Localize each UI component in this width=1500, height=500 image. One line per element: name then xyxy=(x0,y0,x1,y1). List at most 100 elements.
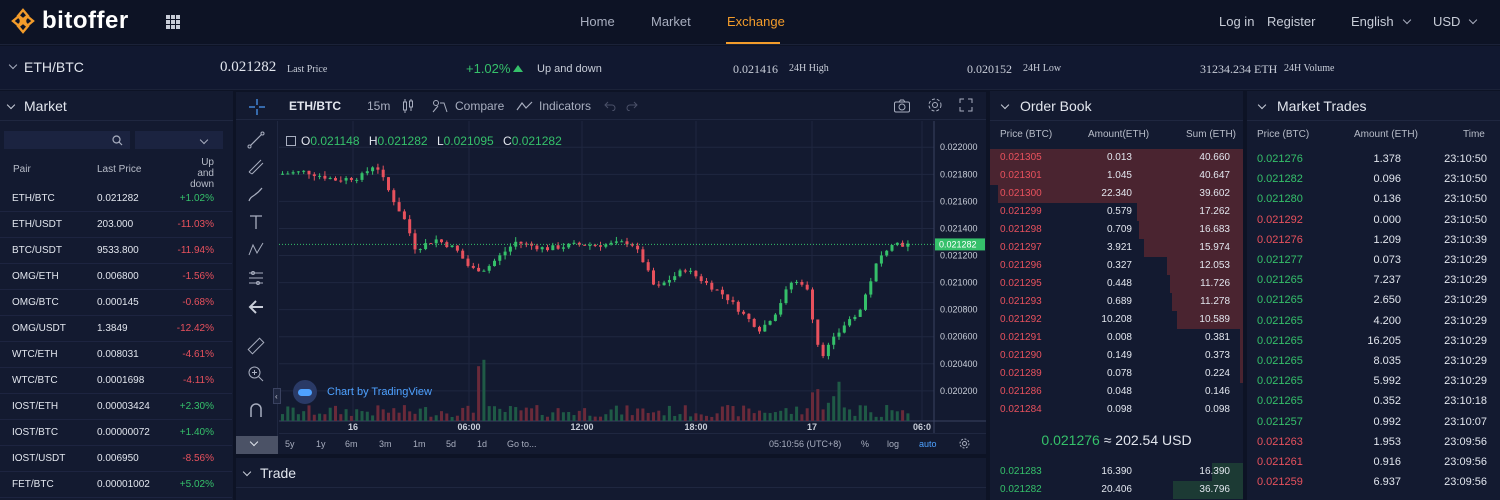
indicators-button[interactable]: Indicators xyxy=(539,99,591,113)
market-row[interactable]: OMG/ETH 0.006800 -1.56% xyxy=(0,264,232,290)
pattern-icon[interactable] xyxy=(247,241,265,259)
pitchfork-icon[interactable] xyxy=(247,158,265,176)
redo-icon[interactable] xyxy=(626,101,638,111)
market-row[interactable]: ETH/BTC 0.021282 +1.02% xyxy=(0,186,232,212)
market-row[interactable]: FET/BTC 0.00001002 +5.02% xyxy=(0,472,232,498)
market-row[interactable]: IOST/ETH 0.00003424 +2.30% xyxy=(0,394,232,420)
magnet-icon[interactable] xyxy=(247,401,265,419)
trade-row[interactable]: 0.021276 1.378 23:10:50 xyxy=(1247,149,1500,169)
orderbook-header[interactable]: Order Book xyxy=(990,91,1243,121)
range-button[interactable]: 1y xyxy=(316,439,326,449)
trade-row[interactable]: 0.021265 8.035 23:10:29 xyxy=(1247,351,1500,371)
trend-line-icon[interactable] xyxy=(247,131,265,149)
ask-row[interactable]: 0.021300 22.340 39.602 xyxy=(990,185,1243,203)
compare-icon[interactable] xyxy=(431,98,449,114)
ask-row[interactable]: 0.021295 0.448 11.726 xyxy=(990,275,1243,293)
range-button[interactable]: 1m xyxy=(413,439,426,449)
market-row[interactable]: IOST/USDT 0.006950 -8.56% xyxy=(0,446,232,472)
price-chart[interactable]: 0.022000 0.021800 0.021600 0.021400 0.021200… xyxy=(279,121,986,454)
camera-icon[interactable] xyxy=(893,98,911,114)
trade-row[interactable]: 0.021265 16.205 23:10:29 xyxy=(1247,331,1500,351)
ask-row[interactable]: 0.021284 0.098 0.098 xyxy=(990,401,1243,419)
candles-icon[interactable] xyxy=(402,98,414,114)
gear-icon[interactable] xyxy=(959,438,970,449)
market-row[interactable]: OMG/USDT 1.3849 -12.42% xyxy=(0,316,232,342)
collapse-handle[interactable]: ‹ xyxy=(273,388,281,404)
trade-row[interactable]: 0.021265 5.992 23:10:29 xyxy=(1247,371,1500,391)
gear-icon[interactable] xyxy=(927,97,943,113)
brush-icon[interactable] xyxy=(247,185,265,203)
nav-market[interactable]: Market xyxy=(651,14,691,29)
market-trades-header[interactable]: Market Trades xyxy=(1247,91,1500,121)
scroll-down-button[interactable] xyxy=(236,436,278,454)
ask-row[interactable]: 0.021291 0.008 0.381 xyxy=(990,329,1243,347)
trade-row[interactable]: 0.021292 0.000 23:10:50 xyxy=(1247,210,1500,230)
arrow-left-icon[interactable] xyxy=(247,299,265,315)
ruler-icon[interactable] xyxy=(247,337,265,355)
legend-toggle-icon[interactable] xyxy=(286,136,296,146)
chart-interval[interactable]: 15m xyxy=(367,99,390,113)
nav-home[interactable]: Home xyxy=(580,14,615,29)
trade-row[interactable]: 0.021265 4.200 23:10:29 xyxy=(1247,311,1500,331)
trade-row[interactable]: 0.021265 2.650 23:10:29 xyxy=(1247,290,1500,310)
range-button[interactable]: 5y xyxy=(285,439,295,449)
market-row[interactable]: WTC/BTC 0.0001698 -4.11% xyxy=(0,368,232,394)
log-toggle[interactable]: log xyxy=(887,439,899,449)
trade-row[interactable]: 0.021282 0.096 23:10:50 xyxy=(1247,169,1500,189)
register-link[interactable]: Register xyxy=(1267,14,1315,29)
trade-row[interactable]: 0.021265 7.237 23:10:29 xyxy=(1247,270,1500,290)
ask-row[interactable]: 0.021297 3.921 15.974 xyxy=(990,239,1243,257)
ask-row[interactable]: 0.021286 0.048 0.146 xyxy=(990,383,1243,401)
ask-row[interactable]: 0.021296 0.327 12.053 xyxy=(990,257,1243,275)
ask-row[interactable]: 0.021292 10.208 10.589 xyxy=(990,311,1243,329)
crosshair-icon[interactable] xyxy=(248,98,266,116)
trade-row[interactable]: 0.021263 1.953 23:09:56 xyxy=(1247,432,1500,452)
currency-select[interactable]: USD xyxy=(1433,14,1478,29)
range-button[interactable]: 3m xyxy=(379,439,392,449)
trade-row[interactable]: 0.021259 6.937 23:09:56 xyxy=(1247,472,1500,492)
market-row[interactable]: OMG/BTC 0.000145 -0.68% xyxy=(0,290,232,316)
language-select[interactable]: English xyxy=(1351,14,1411,29)
trade-row[interactable]: 0.021261 0.916 23:09:56 xyxy=(1247,452,1500,472)
login-link[interactable]: Log in xyxy=(1219,14,1254,29)
chevron-down-icon[interactable] xyxy=(8,60,18,70)
trade-panel-header[interactable]: Trade xyxy=(236,458,986,488)
ask-row[interactable]: 0.021290 0.149 0.373 xyxy=(990,347,1243,365)
fullscreen-icon[interactable] xyxy=(959,98,973,112)
market-row[interactable]: WTC/ETH 0.008031 -4.61% xyxy=(0,342,232,368)
trade-row[interactable]: 0.021257 0.992 23:10:07 xyxy=(1247,412,1500,432)
indicators-icon[interactable] xyxy=(516,100,534,112)
market-panel-header[interactable]: Market xyxy=(0,91,233,121)
auto-toggle[interactable]: auto xyxy=(919,439,937,449)
apps-grid-icon[interactable] xyxy=(166,15,180,29)
brand-logo[interactable]: bitoffer xyxy=(8,6,129,36)
range-button[interactable]: 1d xyxy=(477,439,487,449)
tradingview-watermark[interactable]: Chart by TradingView xyxy=(293,380,432,404)
percent-toggle[interactable]: % xyxy=(861,439,869,449)
trade-row[interactable]: 0.021280 0.136 23:10:50 xyxy=(1247,189,1500,209)
range-button[interactable]: 6m xyxy=(345,439,358,449)
ask-row[interactable]: 0.021305 0.013 40.660 xyxy=(990,149,1243,167)
market-filter-select[interactable] xyxy=(135,131,223,149)
nav-exchange[interactable]: Exchange xyxy=(727,14,785,29)
bid-row[interactable]: 0.021282 20.406 36.796 xyxy=(990,481,1243,499)
ask-row[interactable]: 0.021289 0.078 0.224 xyxy=(990,365,1243,383)
chart-symbol[interactable]: ETH/BTC xyxy=(289,99,341,113)
ask-row[interactable]: 0.021293 0.689 11.278 xyxy=(990,293,1243,311)
range-button[interactable]: Go to... xyxy=(507,439,537,449)
market-row[interactable]: BTC/USDT 9533.800 -11.94% xyxy=(0,238,232,264)
undo-icon[interactable] xyxy=(604,101,616,111)
ticker-pair[interactable]: ETH/BTC xyxy=(24,59,84,75)
zoom-in-icon[interactable] xyxy=(247,365,265,383)
text-tool-icon[interactable] xyxy=(248,213,264,231)
market-row[interactable]: IOST/BTC 0.00000072 +1.40% xyxy=(0,420,232,446)
ask-row[interactable]: 0.021299 0.579 17.262 xyxy=(990,203,1243,221)
market-row[interactable]: ETH/USDT 203.000 -11.03% xyxy=(0,212,232,238)
ask-row[interactable]: 0.021298 0.709 16.683 xyxy=(990,221,1243,239)
range-button[interactable]: 5d xyxy=(446,439,456,449)
trade-row[interactable]: 0.021265 0.352 23:10:18 xyxy=(1247,391,1500,411)
trade-row[interactable]: 0.021276 1.209 23:10:39 xyxy=(1247,230,1500,250)
compare-button[interactable]: Compare xyxy=(455,99,504,113)
prediction-icon[interactable] xyxy=(247,269,265,287)
ask-row[interactable]: 0.021301 1.045 40.647 xyxy=(990,167,1243,185)
